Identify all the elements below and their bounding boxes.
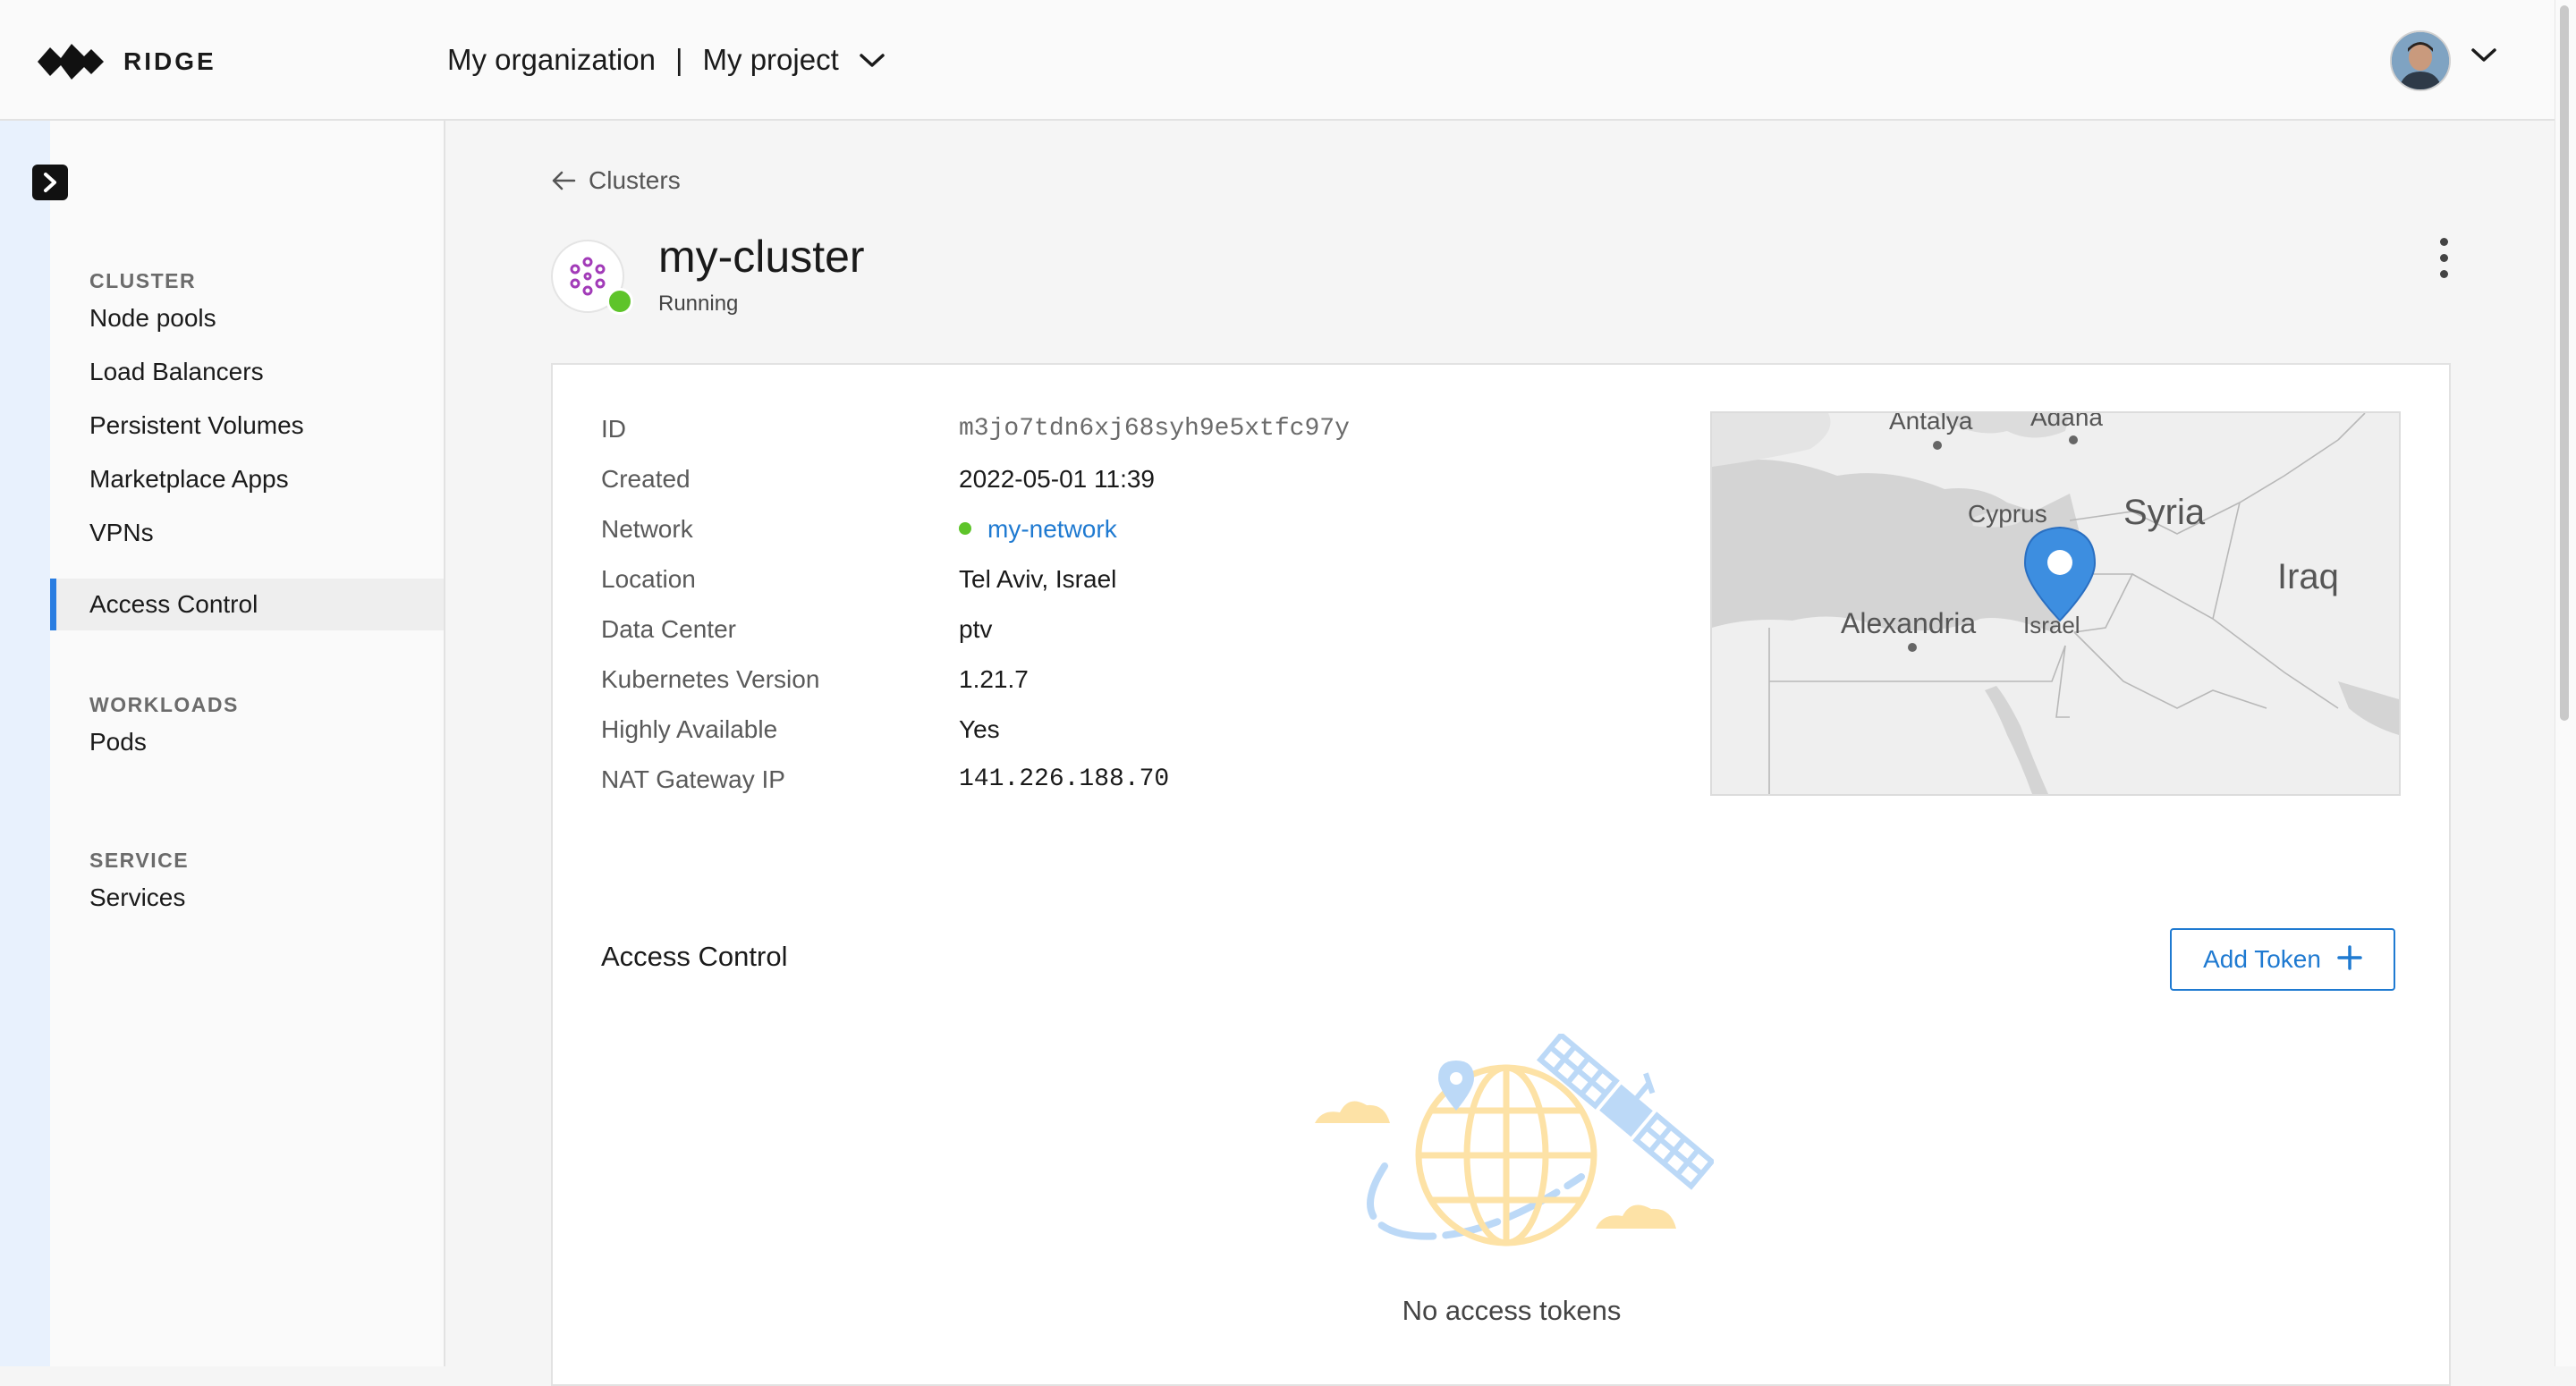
add-token-label: Add Token xyxy=(2203,945,2321,973)
highly-available-value: Yes xyxy=(959,715,1000,743)
created-value: 2022-05-01 11:39 xyxy=(959,465,1155,493)
brand-name: RIDGE xyxy=(123,47,216,75)
sidebar-rail xyxy=(0,121,50,1366)
sidebar-item-vpns[interactable]: VPNs xyxy=(50,507,444,559)
cluster-name: my-cluster xyxy=(658,232,865,282)
sidebar-item-label: Node pools xyxy=(89,304,216,332)
sidebar-item-label: Pods xyxy=(89,728,147,756)
arrow-left-icon xyxy=(552,171,576,190)
chevron-down-icon[interactable] xyxy=(859,43,886,77)
map-label-israel: Israel xyxy=(2023,612,2080,638)
back-link-label: Clusters xyxy=(589,166,681,194)
sidebar-section-cluster: CLUSTER xyxy=(89,269,197,292)
ridge-logo[interactable]: RIDGE xyxy=(38,39,216,84)
user-avatar[interactable] xyxy=(2390,30,2451,91)
detail-label: ID xyxy=(601,415,626,443)
location-value: Tel Aviv, Israel xyxy=(959,565,1117,593)
plus-icon xyxy=(2337,943,2362,976)
empty-state-illustration xyxy=(1313,1031,1716,1275)
detail-label: Network xyxy=(601,515,693,543)
more-options-icon[interactable] xyxy=(2435,238,2453,288)
sidebar: CLUSTER Node pools Load Balancers Persis… xyxy=(50,121,445,1366)
network-value: my-network xyxy=(959,515,1117,544)
empty-state-text: No access tokens xyxy=(1402,1295,1622,1326)
back-to-clusters-link[interactable]: Clusters xyxy=(551,166,681,195)
cluster-id-value: m3jo7tdn6xj68syh9e5xtfc97y xyxy=(959,415,1350,443)
sidebar-item-pods[interactable]: Pods xyxy=(50,716,444,768)
network-status-dot xyxy=(959,521,971,535)
map-label-antalya: Antalya xyxy=(1889,413,1973,435)
user-menu-chevron-icon[interactable] xyxy=(2470,46,2497,69)
map-label-alexandria: Alexandria xyxy=(1841,607,1976,639)
ridge-logo-icon xyxy=(38,44,104,80)
sidebar-item-label: Load Balancers xyxy=(89,358,264,385)
detail-label: NAT Gateway IP xyxy=(601,765,785,793)
chevron-right-icon xyxy=(44,173,56,192)
cluster-status: Running xyxy=(658,292,739,316)
sidebar-item-load-balancers[interactable]: Load Balancers xyxy=(50,346,444,398)
network-link[interactable]: my-network xyxy=(987,515,1117,543)
project-name[interactable]: My project xyxy=(703,43,839,77)
organization-name[interactable]: My organization xyxy=(447,43,656,77)
detail-label: Highly Available xyxy=(601,715,778,743)
sidebar-item-services[interactable]: Services xyxy=(50,872,444,924)
map-label-syria: Syria xyxy=(2123,493,2206,532)
sidebar-section-workloads: WORKLOADS xyxy=(89,693,239,716)
detail-label: Location xyxy=(601,565,696,593)
sidebar-toggle-button[interactable] xyxy=(32,165,68,200)
sidebar-item-label: Services xyxy=(89,883,186,911)
sidebar-item-persistent-volumes[interactable]: Persistent Volumes xyxy=(50,400,444,452)
sidebar-item-access-control[interactable]: Access Control xyxy=(50,579,444,630)
kubernetes-version-value: 1.21.7 xyxy=(959,665,1029,693)
sidebar-item-label: Marketplace Apps xyxy=(89,465,289,493)
detail-label: Kubernetes Version xyxy=(601,665,820,693)
sidebar-item-node-pools[interactable]: Node pools xyxy=(50,292,444,344)
cluster-status-dot xyxy=(606,288,633,315)
add-token-button[interactable]: Add Token xyxy=(2170,928,2395,991)
data-center-value: ptv xyxy=(959,615,993,643)
project-switcher[interactable]: My organization | My project xyxy=(447,39,886,80)
sidebar-section-service: SERVICE xyxy=(89,849,190,872)
sidebar-item-label: Access Control xyxy=(89,590,258,618)
scrollbar-thumb[interactable] xyxy=(2560,5,2569,721)
sidebar-item-marketplace-apps[interactable]: Marketplace Apps xyxy=(50,453,444,505)
access-control-title: Access Control xyxy=(601,941,788,972)
breadcrumb-separator: | xyxy=(674,43,683,76)
detail-label: Data Center xyxy=(601,615,736,643)
map-label-cyprus: Cyprus xyxy=(1968,500,2047,528)
detail-label: Created xyxy=(601,465,691,493)
sidebar-item-label: VPNs xyxy=(89,519,154,546)
map-label-adana: Adana xyxy=(2030,413,2103,431)
nat-gateway-ip-value: 141.226.188.70 xyxy=(959,765,1170,793)
location-map[interactable]: Antalya Adana Cyprus Syria Iraq Alexandr… xyxy=(1710,411,2401,796)
top-header: RIDGE My organization | My project xyxy=(0,0,2555,121)
map-label-iraq: Iraq xyxy=(2277,557,2339,596)
sidebar-item-label: Persistent Volumes xyxy=(89,411,304,439)
